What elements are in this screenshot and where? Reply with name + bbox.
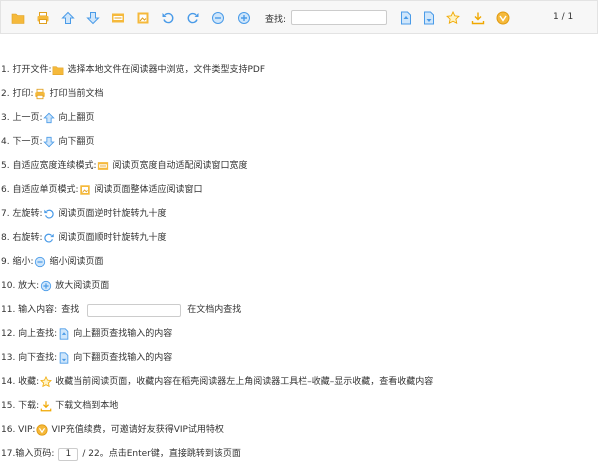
arrow-up-icon [43, 112, 56, 124]
item-prefix: 17.输入页码: [1, 449, 55, 459]
download-icon[interactable] [471, 11, 485, 25]
rotate-left-icon[interactable] [161, 11, 175, 25]
item-desc: 在文档内查找 [187, 305, 242, 315]
item-prefix: 14. 收藏: [1, 377, 40, 387]
star-icon[interactable] [446, 11, 460, 25]
list-item: 8. 右旋转: 阅读页面顺时针旋转九十度 [1, 231, 167, 245]
print-icon [34, 88, 46, 100]
folder-icon[interactable] [11, 11, 25, 25]
list-item: 1. 打开文件: 选择本地文件在阅读器中浏览，文件类型支持PDF [1, 63, 265, 77]
item-prefix: 4. 下一页: [1, 137, 43, 147]
zoom-out-icon [34, 256, 46, 268]
fit-width-icon [97, 160, 109, 172]
search-up-icon[interactable] [399, 11, 413, 25]
item-desc: 缩小阅读页面 [49, 257, 104, 267]
list-item: 9. 缩小: 缩小阅读页面 [1, 255, 104, 269]
item-desc: 选择本地文件在阅读器中浏览，文件类型支持PDF [67, 65, 266, 75]
vip-icon [36, 424, 49, 436]
item-desc: 向下翻页 [58, 137, 95, 147]
list-item: 15. 下载: 下载文档到本地 [1, 399, 118, 413]
list-item: 4. 下一页: 向下翻页 [1, 135, 95, 149]
item-prefix: 2. 打印: [1, 89, 34, 99]
fit-page-icon [79, 184, 91, 196]
list-item: 16. VIP: VIP充值续费，可邀请好友获得VIP试用特权 [1, 423, 224, 437]
toolbar: 查找: 1 / 1 [0, 0, 598, 34]
rotate-right-icon[interactable] [186, 11, 200, 25]
item-prefix: 8. 右旋转: [1, 233, 43, 243]
fit-width-icon[interactable] [111, 11, 125, 25]
search-input[interactable] [291, 10, 387, 25]
item-desc: VIP充值续费，可邀请好友获得VIP试用特权 [51, 425, 224, 435]
item-prefix: 15. 下载: [1, 401, 40, 411]
list-item: 12. 向上查找: 向上翻页查找输入的内容 [1, 327, 172, 341]
page-indicator: 1 / 1 [553, 12, 574, 22]
page-input-preview: 1 [58, 447, 79, 461]
rotate-right-icon [43, 232, 55, 244]
item-desc: 阅读页宽度自动适配阅读窗口宽度 [112, 161, 248, 171]
arrow-down-icon [43, 136, 56, 148]
item-prefix: 3. 上一页: [1, 113, 43, 123]
item-prefix: 13. 向下查找: [1, 353, 58, 363]
item-desc: / 22。点击Enter键，直接跳转到该页面 [82, 449, 241, 459]
item-prefix: 12. 向上查找: [1, 329, 58, 339]
star-icon [40, 376, 53, 388]
list-item: 2. 打印: 打印当前文档 [1, 87, 104, 101]
list-item: 6. 自适应单页模式: 阅读页面整体适应阅读窗口 [1, 183, 203, 197]
folder-icon [52, 64, 64, 76]
rotate-left-icon [43, 208, 55, 220]
item-desc: 向下翻页查找输入的内容 [73, 353, 173, 363]
list-item: 3. 上一页: 向上翻页 [1, 111, 95, 125]
item-prefix: 7. 左旋转: [1, 209, 43, 219]
item-desc: 阅读页面逆时针旋转九十度 [58, 209, 167, 219]
item-desc: 打印当前文档 [49, 89, 104, 99]
search-label: 查找: [265, 15, 287, 25]
list-item: 7. 左旋转: 阅读页面逆时针旋转九十度 [1, 207, 167, 221]
item-prefix: 9. 缩小: [1, 257, 34, 267]
search-down-icon [58, 352, 70, 364]
download-icon [40, 400, 52, 412]
item-desc: 向上翻页查找输入的内容 [73, 329, 173, 339]
vip-icon[interactable] [496, 11, 510, 25]
item-desc: 阅读页面顺时针旋转九十度 [58, 233, 167, 243]
item-desc: 放大阅读页面 [55, 281, 110, 291]
search-up-icon [58, 328, 70, 340]
item-prefix: 5. 自适应宽度连续模式: [1, 161, 97, 171]
item-mid: 查找 [61, 305, 80, 315]
item-prefix: 10. 放大: [1, 281, 40, 291]
search-input-preview [87, 303, 182, 317]
item-prefix: 16. VIP: [1, 425, 36, 435]
list-item: 13. 向下查找: 向下翻页查找输入的内容 [1, 351, 172, 365]
item-desc: 下载文档到本地 [55, 401, 119, 411]
list-item: 17.输入页码: 1 / 22。点击Enter键，直接跳转到该页面 [1, 447, 241, 461]
list-item: 5. 自适应宽度连续模式: 阅读页宽度自动适配阅读窗口宽度 [1, 159, 248, 173]
item-desc: 收藏当前阅读页面，收藏内容在稻壳阅读器左上角阅读器工具栏–收藏–显示收藏，查看收… [55, 377, 434, 387]
arrow-down-icon[interactable] [86, 11, 100, 25]
fit-page-icon[interactable] [136, 11, 150, 25]
item-prefix: 6. 自适应单页模式: [1, 185, 79, 195]
print-icon[interactable] [36, 11, 50, 25]
list-item: 11. 输入内容: 查找 在文档内查找 [1, 303, 241, 317]
list-item: 14. 收藏: 收藏当前阅读页面，收藏内容在稻壳阅读器左上角阅读器工具栏–收藏–… [1, 375, 433, 389]
item-prefix: 1. 打开文件: [1, 65, 52, 75]
item-prefix: 11. 输入内容: [1, 305, 58, 315]
item-desc: 向上翻页 [58, 113, 95, 123]
list-item: 10. 放大: 放大阅读页面 [1, 279, 109, 293]
zoom-out-icon[interactable] [211, 11, 225, 25]
arrow-up-icon[interactable] [61, 11, 75, 25]
zoom-in-icon [40, 280, 52, 292]
item-desc: 阅读页面整体适应阅读窗口 [94, 185, 203, 195]
zoom-in-icon[interactable] [237, 11, 251, 25]
search-down-icon[interactable] [422, 11, 436, 25]
